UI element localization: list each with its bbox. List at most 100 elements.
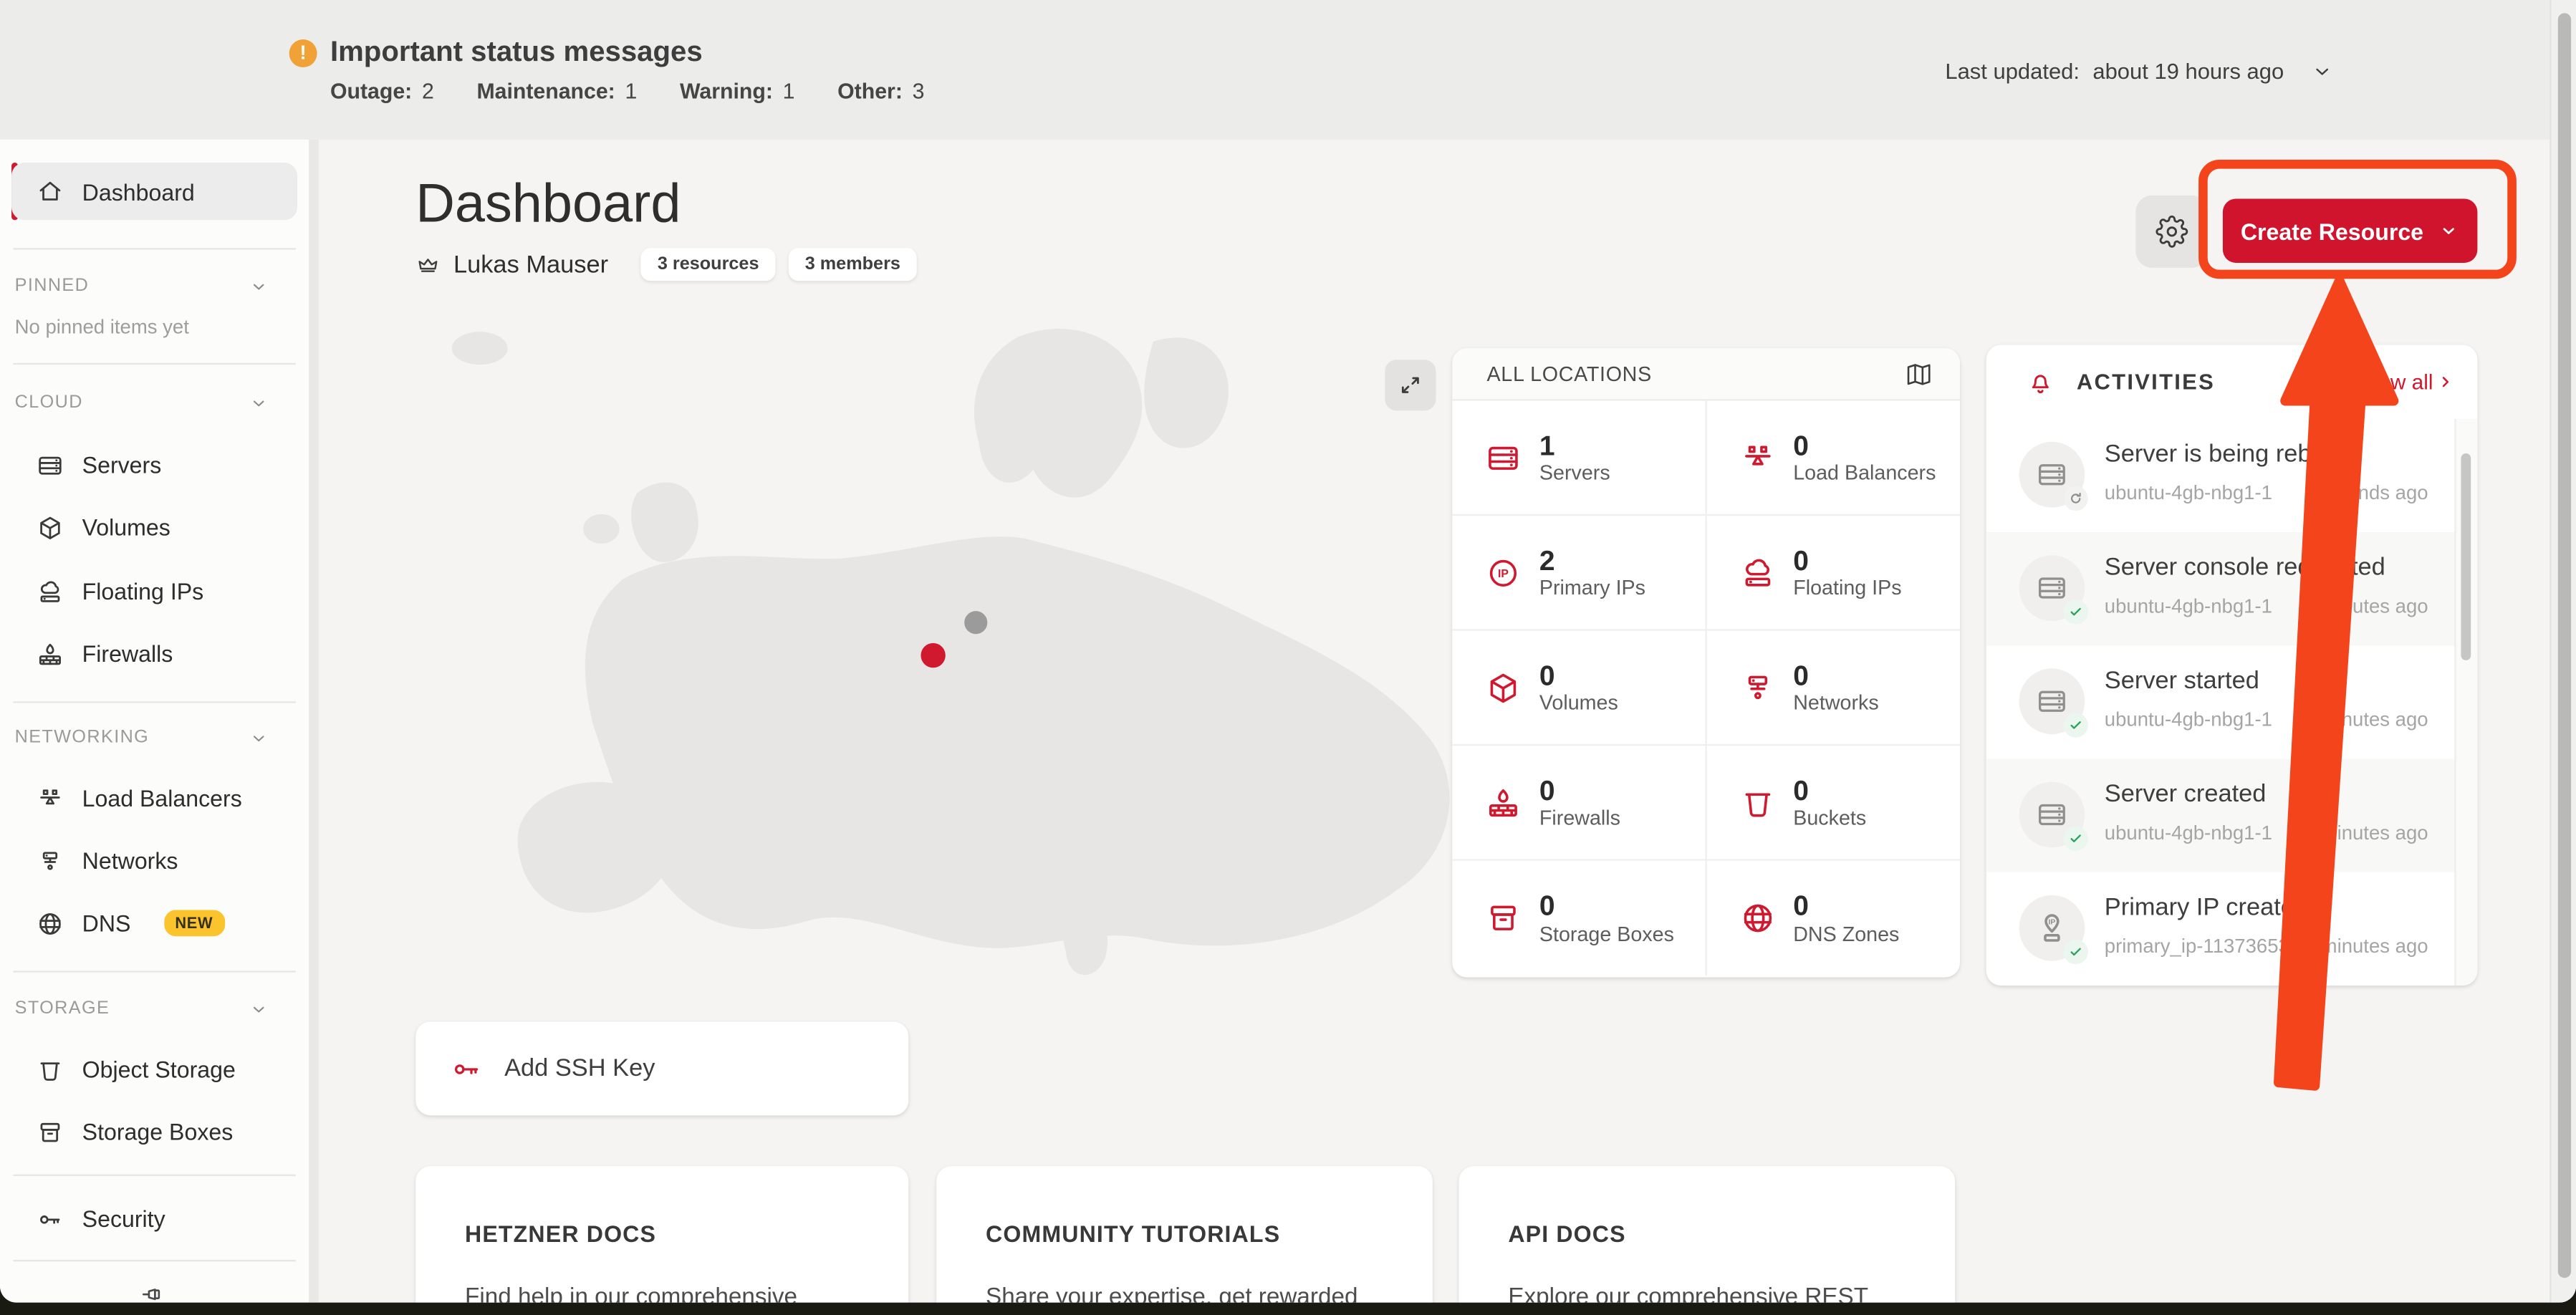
- chevron-down-icon: [248, 392, 269, 413]
- last-updated-label: Last updated:: [1945, 59, 2080, 84]
- activity-item[interactable]: Server is being rebuilt ubuntu-4gb-nbg1-…: [1986, 419, 2478, 532]
- stat-dns-zones[interactable]: 0DNS Zones: [1706, 861, 1960, 976]
- add-ssh-key-button[interactable]: Add SSH Key: [415, 1021, 908, 1115]
- stat-load-balancers[interactable]: 0Load Balancers: [1706, 401, 1960, 516]
- globe-icon: [1739, 900, 1775, 936]
- globe-icon: [36, 909, 64, 937]
- last-updated-dropdown[interactable]: Last updated: about 19 hours ago: [1945, 59, 2335, 84]
- map-expand-button[interactable]: [1385, 360, 1436, 410]
- map-icon[interactable]: [1904, 359, 1933, 388]
- activities-header: ACTIVITIES View all: [1986, 345, 2478, 419]
- activity-item[interactable]: Primary IP created primary_ip-113736537 …: [1986, 872, 2478, 986]
- refresh-badge-icon: [2063, 486, 2087, 511]
- server-icon: [2035, 799, 2068, 832]
- europe-map[interactable]: [378, 312, 1479, 1018]
- screen: ! Important status messages Outage:2 Mai…: [0, 0, 2576, 1315]
- divider: [13, 1175, 295, 1176]
- activity-item[interactable]: Server started ubuntu-4gb-nbg1-1 minutes…: [1986, 645, 2478, 758]
- check-badge-icon: [2063, 940, 2087, 964]
- cube-icon: [36, 514, 64, 541]
- stat-buckets[interactable]: 0Buckets: [1706, 746, 1960, 861]
- sidebar-section-pinned[interactable]: PINNED: [15, 273, 269, 299]
- server-icon: [1485, 439, 1521, 475]
- stat-networks[interactable]: 0Networks: [1706, 631, 1960, 746]
- sidebar-item-servers[interactable]: Servers: [11, 440, 297, 490]
- sidebar-item-object-storage[interactable]: Object Storage: [11, 1045, 297, 1094]
- settings-button[interactable]: [2135, 196, 2208, 268]
- community-tutorials-card[interactable]: COMMUNITY TUTORIALS Share your expertise…: [936, 1166, 1433, 1302]
- sidebar-section-networking[interactable]: NETWORKING: [15, 724, 269, 751]
- sidebar-item-firewalls[interactable]: Firewalls: [11, 629, 297, 678]
- activity-item[interactable]: Server created ubuntu-4gb-nbg1-1 8 minut…: [1986, 759, 2478, 872]
- locations-stats-card: ALL LOCATIONS 1Servers 0Load Balancers 2…: [1452, 348, 1960, 977]
- sidebar-scrollbar[interactable]: [309, 140, 319, 1303]
- hetzner-docs-card[interactable]: HETZNER DOCS Find help in our comprehens…: [415, 1166, 908, 1302]
- sidebar-section-cloud[interactable]: CLOUD: [15, 390, 269, 416]
- members-badge: 3 members: [789, 248, 917, 281]
- sidebar-item-dns[interactable]: DNS NEW: [11, 898, 297, 948]
- divider: [13, 701, 295, 703]
- divider: [13, 970, 295, 972]
- map-location-dot-gray[interactable]: [964, 611, 987, 634]
- api-docs-card[interactable]: API DOCS Explore our comprehensive REST …: [1459, 1166, 1956, 1302]
- activities-title: ACTIVITIES: [2077, 370, 2360, 394]
- stat-firewalls[interactable]: 0Firewalls: [1452, 746, 1706, 861]
- sidebar-item-volumes[interactable]: Volumes: [11, 503, 297, 552]
- sidebar-item-floating-ips[interactable]: Floating IPs: [11, 567, 297, 616]
- server-icon: [2035, 458, 2068, 491]
- map-location-dot-red[interactable]: [921, 643, 945, 668]
- create-resource-button[interactable]: Create Resource: [2223, 198, 2477, 262]
- firewall-icon: [36, 640, 64, 668]
- stat-floating-ips[interactable]: 0Floating IPs: [1706, 516, 1960, 631]
- chevron-down-icon: [2310, 59, 2335, 84]
- divider: [13, 363, 295, 365]
- view-all-link[interactable]: View all: [2360, 370, 2454, 394]
- sidebar-item-storage-boxes[interactable]: Storage Boxes: [11, 1107, 297, 1157]
- chevron-down-icon: [248, 998, 269, 1019]
- pin-icon: [140, 1281, 166, 1302]
- status-banner: ! Important status messages Outage:2 Mai…: [0, 0, 2576, 140]
- stat-storage-boxes[interactable]: 0Storage Boxes: [1452, 861, 1706, 976]
- primary-ip-icon: [2034, 910, 2070, 946]
- chevron-right-icon: [2436, 373, 2454, 391]
- sidebar-section-storage[interactable]: STORAGE: [15, 996, 269, 1022]
- sidebar: Dashboard PINNED No pinned items yet CLO…: [0, 140, 319, 1303]
- status-count-other: Other:3: [837, 79, 924, 103]
- last-updated-value: about 19 hours ago: [2092, 59, 2284, 84]
- stat-volumes[interactable]: 0Volumes: [1452, 631, 1706, 746]
- page-scrollbar-track[interactable]: [2549, 0, 2576, 1303]
- page-title: Dashboard: [415, 173, 681, 235]
- activities-card: ACTIVITIES View all Server is being rebu…: [1986, 345, 2478, 986]
- status-count-warning: Warning:1: [680, 79, 795, 103]
- chevron-down-icon: [248, 727, 269, 748]
- pin-sidebar-button[interactable]: [140, 1280, 166, 1303]
- firewall-icon: [1485, 784, 1521, 820]
- page-scrollbar-thumb[interactable]: [2558, 13, 2571, 1278]
- floating-ip-icon: [36, 577, 64, 605]
- stat-servers[interactable]: 1Servers: [1452, 401, 1706, 516]
- stat-primary-ips[interactable]: 2Primary IPs: [1452, 516, 1706, 631]
- storage-box-icon: [1485, 900, 1521, 936]
- project-owner-name: Lukas Mauser: [453, 251, 608, 279]
- sidebar-item-networks[interactable]: Networks: [11, 836, 297, 885]
- stats-header: ALL LOCATIONS: [1452, 348, 1960, 400]
- chevron-down-icon: [248, 275, 269, 297]
- resources-badge: 3 resources: [641, 248, 776, 281]
- divider: [13, 248, 295, 249]
- stats-grid: 1Servers 0Load Balancers 2Primary IPs 0F…: [1452, 401, 1960, 976]
- status-counts: Outage:2 Maintenance:1 Warning:1 Other:3: [330, 79, 925, 103]
- sidebar-item-dashboard[interactable]: Dashboard: [11, 163, 297, 220]
- activity-item[interactable]: Server console requested ubuntu-4gb-nbg1…: [1986, 532, 2478, 645]
- activities-scrollbar-thumb[interactable]: [2461, 453, 2471, 660]
- bucket-icon: [36, 1055, 64, 1083]
- sidebar-item-security[interactable]: Security: [11, 1194, 297, 1243]
- key-icon: [450, 1052, 483, 1085]
- chevron-down-icon: [2438, 220, 2460, 241]
- new-badge: NEW: [163, 910, 224, 937]
- cube-icon: [1485, 670, 1521, 705]
- sidebar-item-load-balancers[interactable]: Load Balancers: [11, 774, 297, 823]
- load-balancer-icon: [1739, 439, 1775, 475]
- stats-header-label: ALL LOCATIONS: [1486, 362, 1651, 385]
- server-icon: [36, 451, 64, 479]
- bucket-icon: [1739, 784, 1775, 820]
